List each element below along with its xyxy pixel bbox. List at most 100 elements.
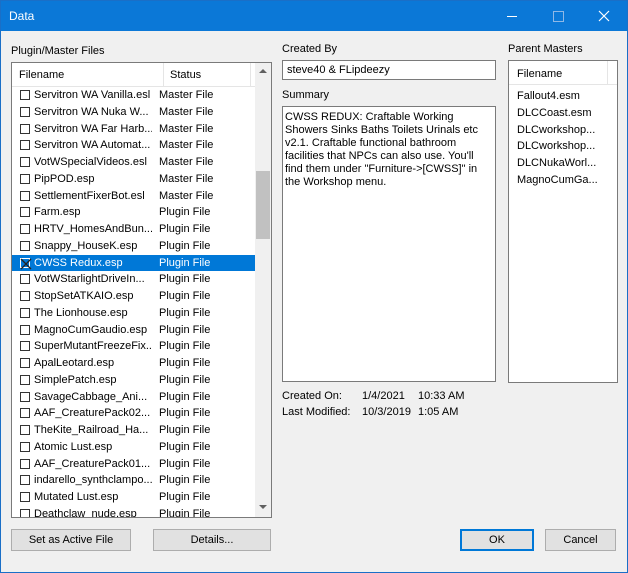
table-row[interactable]: AAF_CreaturePack01... Plugin File: [12, 456, 255, 473]
list-item[interactable]: Fallout4.esm: [517, 90, 601, 102]
check-mark-icon: [20, 258, 32, 269]
plugin-filename: HRTV_HomesAndBun...: [34, 223, 152, 235]
title-bar[interactable]: Data: [1, 1, 627, 31]
details-button[interactable]: Details...: [153, 529, 271, 551]
plugin-status: Plugin File: [159, 407, 211, 420]
plugin-checkbox[interactable]: [20, 391, 30, 402]
plugin-checkbox[interactable]: [20, 274, 30, 285]
column-divider[interactable]: [250, 63, 251, 87]
plugin-filename: StopSetATKAIO.esp: [34, 290, 134, 302]
table-row[interactable]: HRTV_HomesAndBun... Plugin File: [12, 221, 255, 238]
table-row[interactable]: SavageCabbage_Ani... Plugin File: [12, 389, 255, 406]
plugin-filename: Mutated Lust.esp: [34, 491, 119, 503]
plugin-filename: VotWSpecialVideos.esl: [34, 156, 147, 168]
table-row[interactable]: SuperMutantFreezeFix... Plugin File: [12, 338, 255, 355]
created-by-field[interactable]: steve40 & FLipdeezy: [282, 60, 496, 80]
table-row[interactable]: AAF_CreaturePack02... Plugin File: [12, 405, 255, 422]
plugin-checkbox[interactable]: [20, 190, 30, 201]
table-row[interactable]: StopSetATKAIO.esp Plugin File: [12, 288, 255, 305]
plugin-checkbox[interactable]: [20, 173, 30, 184]
minimize-button[interactable]: [489, 1, 535, 31]
table-row[interactable]: Servitron WA Vanilla.esl Master File: [12, 87, 255, 104]
plugin-checkbox[interactable]: [20, 157, 30, 167]
plugin-status: Master File: [159, 139, 214, 152]
column-header-status[interactable]: Status: [170, 69, 201, 81]
table-row[interactable]: VotWStarlightDriveIn... Plugin File: [12, 271, 255, 288]
table-row[interactable]: Servitron WA Automat... Master File: [12, 137, 255, 154]
table-row[interactable]: MagnoCumGaudio.esp Plugin File: [12, 322, 255, 339]
table-row[interactable]: Mutated Lust.esp Plugin File: [12, 489, 255, 506]
plugin-checkbox[interactable]: [20, 257, 32, 269]
table-row[interactable]: CWSS Redux.esp Plugin File: [12, 254, 255, 272]
plugin-filename: ApalLeotard.esp: [34, 357, 115, 369]
list-item[interactable]: MagnoCumGa...: [517, 174, 601, 186]
table-row[interactable]: Servitron WA Nuka W... Master File: [12, 104, 255, 121]
list-item[interactable]: DLCworkshop...: [517, 124, 601, 136]
table-row[interactable]: Atomic Lust.esp Plugin File: [12, 439, 255, 456]
column-divider[interactable]: [163, 63, 164, 87]
cancel-button[interactable]: Cancel: [545, 529, 616, 551]
table-row[interactable]: indarello_synthclampo... Plugin File: [12, 472, 255, 489]
vertical-scrollbar[interactable]: [255, 63, 271, 517]
plugin-checkbox[interactable]: [20, 408, 30, 419]
plugin-filename: The Lionhouse.esp: [34, 306, 128, 319]
plugin-checkbox[interactable]: [20, 341, 30, 352]
table-row[interactable]: SettlementFixerBot.esl Master File: [12, 188, 255, 205]
table-row[interactable]: ApalLeotard.esp Plugin File: [12, 355, 255, 372]
plugin-checkbox[interactable]: [20, 458, 30, 469]
plugin-filename: Servitron WA Vanilla.esl: [34, 89, 151, 101]
plugin-status: Plugin File: [159, 223, 211, 235]
table-row[interactable]: Snappy_HouseK.esp Plugin File: [12, 238, 255, 255]
summary-text[interactable]: CWSS REDUX: Craftable Working Showers Si…: [282, 106, 496, 382]
column-header-filename[interactable]: Filename: [19, 69, 64, 81]
plugin-checkbox[interactable]: [20, 106, 30, 117]
plugin-checkbox[interactable]: [20, 291, 30, 301]
table-row[interactable]: Servitron WA Far Harb... Master File: [12, 121, 255, 138]
plugin-checkbox[interactable]: [20, 240, 30, 251]
plugin-checkbox[interactable]: [20, 508, 30, 517]
plugin-status: Master File: [159, 89, 214, 101]
column-header-filename[interactable]: Filename: [517, 68, 562, 80]
plugin-checkbox[interactable]: [20, 224, 30, 234]
table-row[interactable]: VotWSpecialVideos.esl Master File: [12, 154, 255, 171]
set-active-file-button[interactable]: Set as Active File: [11, 529, 131, 551]
plugin-checkbox[interactable]: [20, 207, 30, 218]
plugin-status: Master File: [159, 172, 214, 185]
plugin-checkbox[interactable]: [20, 307, 30, 318]
plugin-filename: SettlementFixerBot.esl: [34, 189, 145, 202]
list-item[interactable]: DLCworkshop...: [517, 140, 601, 152]
table-row[interactable]: Farm.esp Plugin File: [12, 204, 255, 221]
plugin-checkbox[interactable]: [20, 358, 30, 368]
plugin-checkbox[interactable]: [20, 374, 30, 385]
plugin-checkbox[interactable]: [20, 140, 30, 151]
plugin-checkbox[interactable]: [20, 475, 30, 486]
plugin-checkbox[interactable]: [20, 492, 30, 502]
parent-masters-list[interactable]: Filename Fallout4.esm DLCCoast.esm DLCwork…: [508, 60, 618, 383]
plugin-status: Plugin File: [159, 357, 211, 369]
plugin-filename: CWSS Redux.esp: [34, 256, 123, 269]
table-row[interactable]: The Lionhouse.esp Plugin File: [12, 305, 255, 322]
column-divider[interactable]: [607, 61, 608, 85]
plugin-filename: AAF_CreaturePack01...: [34, 457, 151, 470]
maximize-button[interactable]: [535, 1, 581, 31]
list-item[interactable]: DLCCoast.esm: [517, 107, 601, 119]
scroll-up-arrow-icon[interactable]: [259, 69, 267, 73]
list-item[interactable]: DLCNukaWorl...: [517, 157, 601, 169]
plugin-list-header: Filename Status: [12, 63, 255, 87]
plugin-checkbox[interactable]: [20, 123, 30, 134]
ok-button[interactable]: OK: [460, 529, 534, 551]
table-row[interactable]: PipPOD.esp Master File: [12, 171, 255, 188]
plugin-checkbox[interactable]: [20, 324, 30, 335]
plugin-status: Plugin File: [159, 340, 211, 353]
plugin-list[interactable]: Filename Status Servitron WA Vanilla.esl…: [11, 62, 272, 518]
table-row[interactable]: TheKite_Railroad_Ha... Plugin File: [12, 422, 255, 439]
plugin-checkbox[interactable]: [20, 425, 30, 435]
close-button[interactable]: [581, 1, 627, 31]
table-row[interactable]: SimplePatch.esp Plugin File: [12, 372, 255, 389]
table-row[interactable]: Deathclaw_nude.esp Plugin File: [12, 506, 255, 517]
plugin-status: Plugin File: [159, 390, 211, 403]
scrollbar-thumb[interactable]: [256, 171, 270, 239]
scroll-down-arrow-icon[interactable]: [259, 505, 267, 509]
plugin-checkbox[interactable]: [20, 441, 30, 452]
plugin-checkbox[interactable]: [20, 90, 30, 100]
